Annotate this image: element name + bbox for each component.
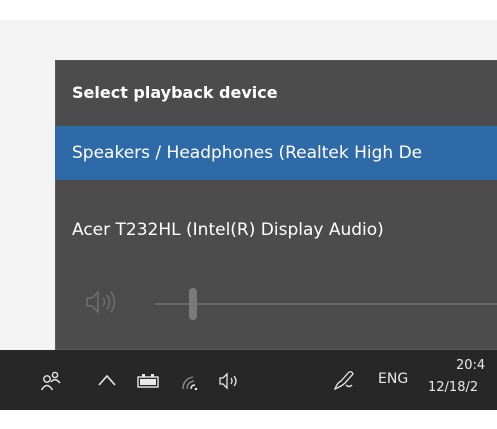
language-indicator[interactable]: ENG [378, 371, 408, 387]
clock-time[interactable]: 20:4 [456, 358, 485, 373]
clock-date[interactable]: 12/18/2 [428, 380, 478, 395]
speaker-icon[interactable] [85, 289, 121, 315]
volume-slider-thumb[interactable] [189, 288, 197, 320]
device-acer-display-audio[interactable]: Acer T232HL (Intel(R) Display Audio) [55, 203, 497, 257]
volume-slider-track[interactable] [155, 303, 497, 305]
device-speakers-headphones[interactable]: Speakers / Headphones (Realtek High De [55, 126, 497, 180]
wifi-icon[interactable] [180, 372, 202, 390]
battery-icon[interactable] [137, 374, 161, 388]
chevron-up-icon[interactable] [97, 373, 117, 387]
taskbar: ENG 20:4 12/18/2 [0, 350, 497, 410]
playback-device-flyout: Select playback device Speakers / Headph… [55, 60, 497, 350]
people-icon[interactable] [40, 370, 62, 392]
pen-icon[interactable] [332, 369, 356, 391]
volume-slider-fill [155, 303, 193, 305]
flyout-title: Select playback device [72, 83, 278, 102]
volume-icon[interactable] [218, 372, 244, 390]
screen: Select playback device Speakers / Headph… [0, 0, 497, 429]
